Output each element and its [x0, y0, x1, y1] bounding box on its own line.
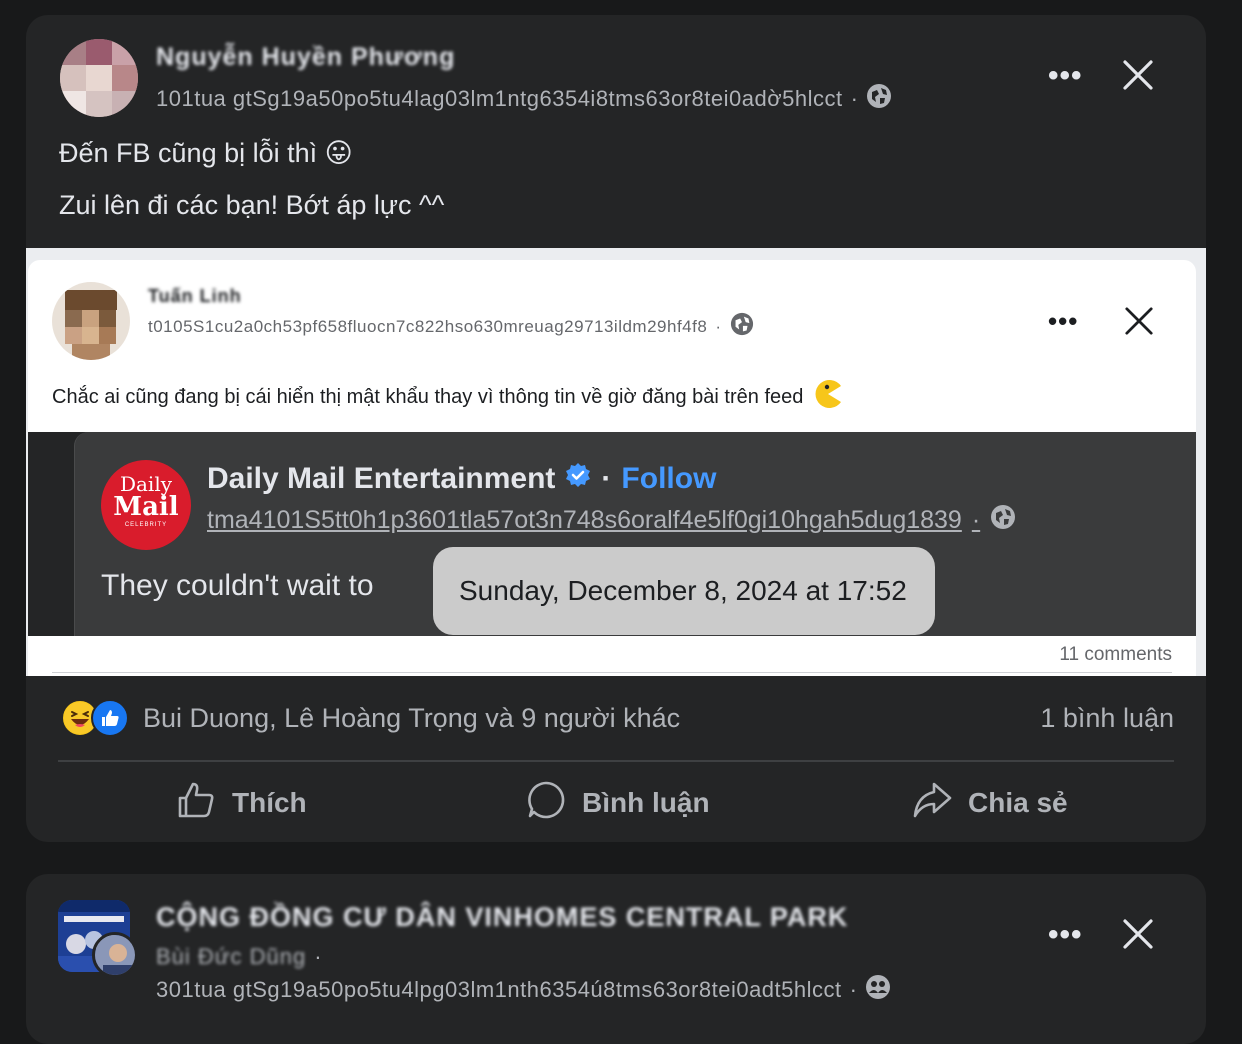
verified-badge-icon [565, 462, 591, 496]
post-timestamp-code[interactable]: 301tua gtSg19a50po5tu4lpg03lm1nth6354ú8t… [156, 977, 842, 1003]
comment-icon [526, 780, 566, 827]
embedded-post-card: Daily Mail CELEBRITY Daily Mail Entertai… [74, 432, 1196, 636]
more-options-icon[interactable]: ••• [1048, 61, 1083, 91]
post-meta: 301tua gtSg19a50po5tu4lpg03lm1nth6354ú8t… [156, 974, 891, 1006]
shared-comment-count: 11 comments [1059, 644, 1172, 665]
divider [58, 760, 1174, 762]
close-icon [1124, 306, 1154, 341]
comment-label: Bình luận [582, 787, 710, 818]
author-name[interactable]: Bùi Đức Dũng [156, 944, 306, 970]
post-image[interactable]: Tuấn Linh t0105S1cu2a0ch53pf658fluocn7c8… [26, 248, 1206, 676]
group-members-icon[interactable] [865, 974, 891, 1006]
reactions-summary[interactable]: Bui Duong, Lê Hoàng Trọng và 9 người khá… [61, 699, 680, 737]
comment-button[interactable]: Bình luận [526, 777, 710, 829]
shared-author-avatar [52, 282, 130, 360]
more-options-icon[interactable]: ••• [1048, 920, 1083, 950]
screenshot-card: Tuấn Linh t0105S1cu2a0ch53pf658fluocn7c8… [28, 260, 1196, 676]
like-button[interactable]: Thích [176, 777, 307, 829]
shared-timestamp-code: t0105S1cu2a0ch53pf658fluocn7c822hso630mr… [148, 316, 708, 336]
post-text-line-2: Zui lên đi các bạn! Bớt áp lực ^^ [59, 190, 445, 220]
shared-post-text: Chắc ai cũng đang bị cái hiển thị mật kh… [52, 379, 843, 415]
share-icon [912, 780, 952, 827]
feed-post: Nguyễn Huyền Phương 101tua gtSg19a50po5t… [26, 15, 1206, 842]
share-label: Chia sẻ [968, 787, 1068, 818]
shared-post-meta: t0105S1cu2a0ch53pf658fluocn7c822hso630mr… [148, 312, 754, 341]
embedded-page-name: Daily Mail Entertainment [207, 462, 556, 495]
like-reaction-icon [91, 699, 129, 737]
like-icon [176, 780, 216, 827]
author-avatar[interactable] [92, 932, 138, 978]
reaction-names[interactable]: Bui Duong, Lê Hoàng Trọng và 9 người khá… [143, 703, 680, 734]
like-label: Thích [232, 787, 307, 818]
post-text-line-1: Đến FB cũng bị lỗi thì 😛 [59, 138, 353, 168]
share-button[interactable]: Chia sẻ [912, 777, 1068, 829]
embedded-post-area: Daily Mail CELEBRITY Daily Mail Entertai… [28, 432, 1196, 636]
globe-icon [730, 312, 754, 341]
author-line: Bùi Đức Dũng · [156, 944, 323, 970]
close-icon[interactable] [1122, 59, 1154, 96]
embedded-timestamp-link: tma4101S5tt0h1p3601tla57ot3n748s6oralf4e… [207, 504, 1016, 537]
divider [52, 672, 1172, 673]
comment-count[interactable]: 1 bình luận [1040, 703, 1174, 734]
globe-icon [990, 504, 1016, 537]
more-options-icon: ••• [1048, 306, 1079, 336]
daily-mail-logo: Daily Mail CELEBRITY [101, 460, 191, 550]
author-avatar[interactable] [60, 39, 138, 117]
pacman-emoji-icon [813, 379, 843, 415]
embedded-post-text: They couldn't wait to [101, 569, 374, 602]
tongue-emoji-icon: 😛 [324, 138, 353, 168]
group-name[interactable]: CỘNG ĐỒNG CƯ DÂN VINHOMES CENTRAL PARK [156, 902, 848, 933]
close-icon[interactable] [1122, 918, 1154, 955]
post-meta: 101tua gtSg19a50po5tu4lag03lm1ntg6354i8t… [156, 83, 892, 115]
globe-icon[interactable] [866, 83, 892, 115]
follow-link: Follow [621, 462, 717, 495]
embedded-page-header: Daily Mail Entertainment · Follow [207, 462, 717, 496]
timestamp-tooltip: Sunday, December 8, 2024 at 17:52 [433, 547, 935, 635]
shared-author-name: Tuấn Linh [148, 286, 242, 306]
feed-post: CỘNG ĐỒNG CƯ DÂN VINHOMES CENTRAL PARK B… [26, 874, 1206, 1044]
post-timestamp-code[interactable]: 101tua gtSg19a50po5tu4lag03lm1ntg6354i8t… [156, 86, 843, 112]
author-name[interactable]: Nguyễn Huyền Phương [156, 43, 455, 72]
